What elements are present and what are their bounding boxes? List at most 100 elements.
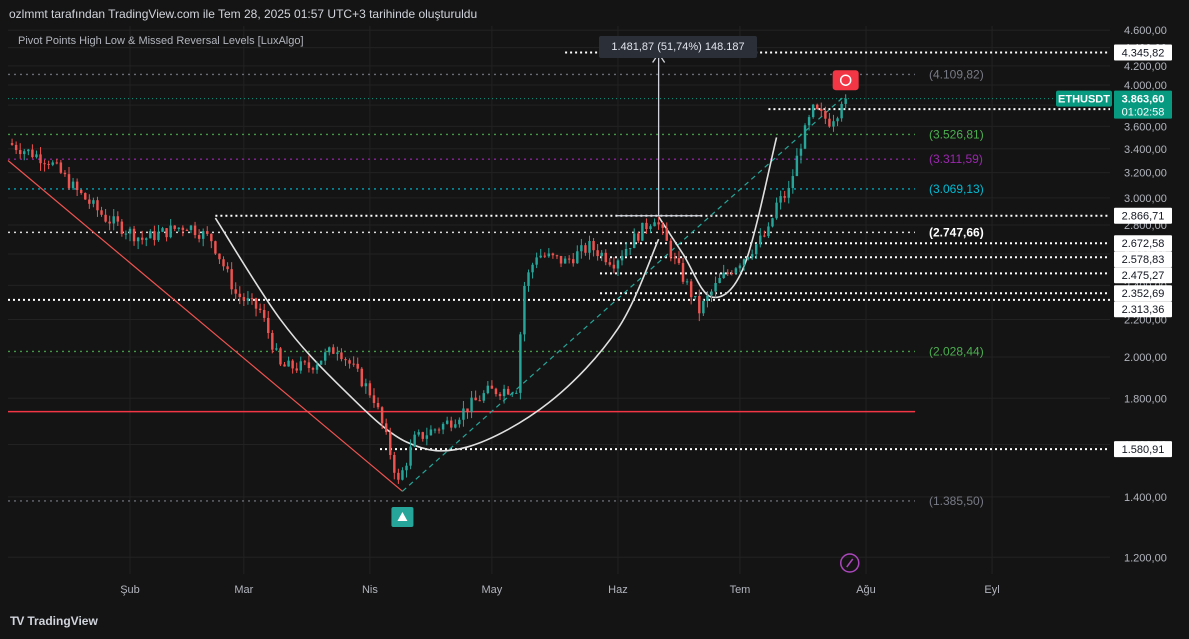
candle-body — [336, 352, 339, 354]
countdown-tag-text: 01:02:58 — [1122, 107, 1165, 119]
level-price-tag-text: 2.313,36 — [1122, 304, 1165, 316]
candle-body — [145, 238, 148, 240]
candle-body — [389, 432, 392, 455]
candle-body — [734, 268, 738, 274]
y-tick-label: 4.000,00 — [1124, 80, 1167, 92]
candle-body — [498, 394, 502, 397]
timer-icon-hand — [846, 558, 854, 568]
tradingview-logo-icon: TV — [10, 614, 24, 628]
candle-body — [616, 260, 620, 269]
candle-body — [820, 108, 823, 111]
candle-body — [502, 388, 506, 397]
candle-body — [153, 231, 156, 241]
candle-body — [527, 272, 530, 286]
candle-body — [795, 155, 799, 177]
candle-body — [531, 264, 534, 273]
indicator-title[interactable]: Pivot Points High Low & Missed Reversal … — [18, 35, 304, 47]
y-tick-label: 4.200,00 — [1124, 61, 1167, 73]
candle-body — [267, 317, 270, 334]
x-tick-label: Mar — [234, 584, 253, 596]
candle-body — [47, 163, 50, 165]
candle-body — [714, 282, 717, 292]
candle-body — [738, 265, 742, 269]
candle-body — [328, 347, 331, 353]
candle-body — [661, 224, 664, 228]
candle-body — [824, 110, 827, 119]
candle-body — [535, 257, 538, 265]
candle-body — [596, 250, 599, 257]
candle-body — [258, 308, 262, 310]
candle-body — [116, 216, 120, 222]
candle-body — [628, 248, 632, 250]
candle-body — [319, 360, 323, 365]
pivot-level-label: (4.109,82) — [929, 67, 984, 81]
candle-body — [572, 259, 575, 264]
candle-body — [677, 258, 681, 264]
candle-body — [238, 293, 242, 298]
candle-body — [323, 352, 327, 361]
level-price-tag-text: 1.580,91 — [1122, 444, 1165, 456]
candle-body — [23, 151, 26, 155]
candle-body — [539, 255, 542, 258]
candle-body — [140, 237, 144, 240]
candle-body — [620, 255, 624, 261]
tradingview-logo[interactable]: TV TradingView — [10, 614, 98, 628]
candle-body — [108, 221, 111, 224]
cup-arc — [214, 217, 660, 452]
x-tick-label: Eyl — [984, 584, 999, 596]
y-tick-label: 1.200,00 — [1124, 552, 1167, 564]
candle-body — [437, 429, 441, 431]
pivot-level-label: (3.526,81) — [929, 127, 984, 141]
candle-body — [356, 363, 359, 369]
chart-drawings — [7, 51, 915, 492]
candle-body — [283, 364, 286, 367]
candle-body — [584, 245, 587, 253]
candle-body — [763, 235, 766, 237]
candle-body — [242, 297, 246, 301]
candle-body — [799, 148, 803, 156]
candle-body — [657, 222, 660, 225]
candle-body — [193, 225, 197, 236]
price-axis[interactable]: 1.200,001.400,001.600,001.800,002.000,00… — [1056, 25, 1172, 564]
time-axis[interactable]: Şub Mar Nis May Haz Tem Ağu Eyl — [120, 584, 1000, 596]
price-chart[interactable]: (4.109,82) (3.526,81) (3.311,59) (3.069,13)… — [0, 0, 1189, 639]
candle-body — [767, 226, 770, 237]
candle-body — [210, 233, 213, 242]
candle-body — [604, 252, 607, 263]
candle-body — [246, 298, 250, 301]
candle-body — [230, 269, 233, 290]
candle-body — [340, 352, 343, 360]
candles — [10, 94, 847, 484]
candle-body — [315, 364, 319, 370]
candle-body — [79, 190, 83, 194]
candle-body — [567, 258, 571, 260]
candle-body — [779, 196, 782, 203]
level-price-tag-text: 2.352,69 — [1122, 288, 1165, 300]
candle-body — [417, 432, 420, 435]
level-price-tag-text: 2.866,71 — [1122, 211, 1165, 223]
candle-body — [157, 231, 160, 241]
y-tick-label: 3.200,00 — [1124, 168, 1167, 180]
alert-marker — [832, 70, 859, 91]
candle-body — [588, 241, 591, 253]
candle-body — [633, 233, 636, 249]
candle-body — [559, 255, 563, 264]
candle-body — [815, 104, 819, 109]
candle-body — [478, 400, 481, 402]
candle-body — [279, 348, 282, 365]
candle-body — [136, 237, 140, 242]
candle-body — [441, 423, 445, 430]
candle-body — [169, 225, 172, 238]
candle-body — [807, 117, 811, 126]
candle-body — [787, 187, 790, 198]
candle-body — [88, 199, 91, 204]
candle-body — [653, 222, 656, 227]
candle-body — [63, 172, 67, 175]
candle-body — [474, 397, 477, 401]
candle-body — [55, 162, 59, 164]
candle-body — [803, 125, 807, 149]
candle-body — [445, 420, 449, 424]
candle-body — [718, 278, 721, 283]
candle-body — [698, 295, 701, 314]
x-tick-label: Haz — [608, 584, 628, 596]
